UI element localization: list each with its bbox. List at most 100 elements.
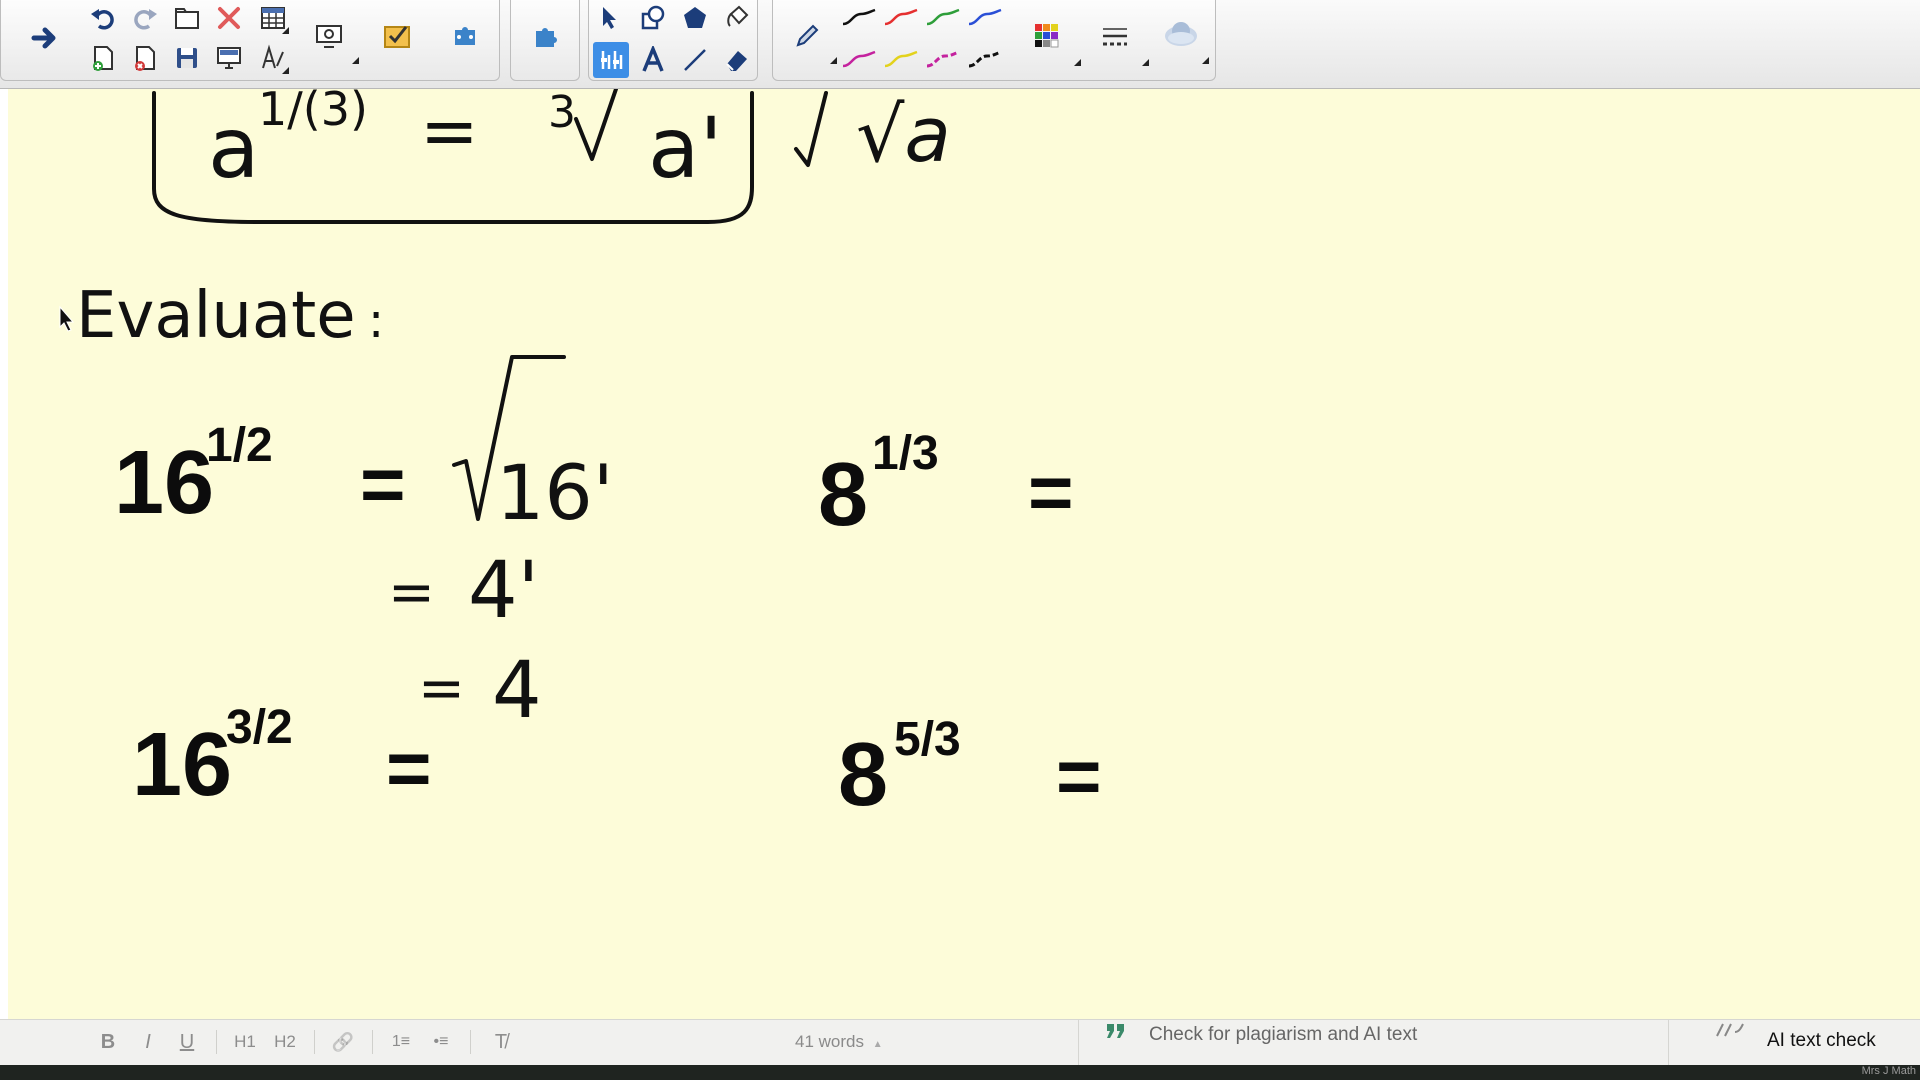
extension-icon: [536, 28, 557, 47]
work-1-radicand: 16': [496, 448, 614, 537]
pen-black-dashed-button[interactable]: [967, 42, 1003, 78]
footer-strip: Mrs J Math: [0, 1065, 1920, 1080]
box-equals: =: [420, 90, 479, 172]
floppy-disk-icon: [177, 48, 197, 68]
box-radical-sign: [574, 89, 618, 161]
cloud-icon: [1165, 22, 1197, 46]
evaluate-colon: :: [368, 293, 384, 349]
pen-button[interactable]: [789, 18, 837, 64]
recognition-tool-button[interactable]: [593, 42, 629, 78]
dropdown-indicator: [1202, 57, 1209, 64]
dropdown-indicator: [282, 27, 289, 34]
delete-page-icon: [135, 46, 155, 71]
clear-format-button[interactable]: T̸: [486, 1028, 516, 1056]
save-button[interactable]: [169, 40, 205, 76]
line-style-icon: [1103, 28, 1127, 46]
ink-layer: a 1/(3) = 3 a' √a Evaluate : 16 1/2 = = …: [59, 89, 1102, 825]
problem-4-exponent: 5/3: [894, 713, 961, 766]
problem-3-exponent: 3/2: [226, 701, 293, 754]
text-recognition-button[interactable]: [255, 40, 291, 76]
pen-magenta-button[interactable]: [841, 42, 877, 78]
paint-bucket-button[interactable]: [719, 0, 755, 36]
line-button[interactable]: [677, 42, 713, 78]
shapes-icon: [641, 5, 665, 30]
pen-magenta-dashed-button[interactable]: [925, 42, 961, 78]
arrow-right-icon: [31, 27, 56, 49]
text-icon: [642, 46, 664, 72]
divider: [216, 1030, 217, 1054]
box-exponent: 1/(3): [258, 89, 368, 136]
mouse-cursor-icon: [59, 305, 75, 332]
undo-button[interactable]: [85, 0, 121, 36]
whiteboard-canvas[interactable]: a 1/(3) = 3 a' √a Evaluate : 16 1/2 = = …: [0, 89, 1920, 1019]
evaluate-label: Evaluate: [76, 279, 356, 353]
shapes-button[interactable]: [635, 0, 671, 36]
italic-button[interactable]: I: [136, 1028, 160, 1056]
work-2-equals: =: [388, 560, 435, 625]
problem-2-equals: =: [1028, 448, 1074, 536]
color-palette-button[interactable]: [1029, 18, 1081, 66]
text-button[interactable]: [635, 42, 671, 78]
plagiarism-check-panel[interactable]: Check for plagiarism and AI text: [1078, 1020, 1669, 1066]
paint-bucket-icon: [727, 5, 749, 27]
extension-button[interactable]: [527, 18, 563, 54]
word-count[interactable]: 41 words ▲: [795, 1032, 883, 1052]
side-radicand: √a: [856, 90, 951, 179]
divider: [372, 1030, 373, 1054]
magic-pen-icon: [601, 51, 623, 69]
whiteboard-activity-button[interactable]: [379, 18, 415, 54]
ordered-list-button[interactable]: 1≡: [386, 1028, 416, 1056]
pen-black-button[interactable]: [841, 0, 877, 36]
open-file-button[interactable]: [169, 0, 205, 36]
addons-button[interactable]: [447, 18, 483, 54]
heading-2-button[interactable]: H2: [270, 1028, 300, 1056]
new-page-button[interactable]: [85, 40, 121, 76]
eraser-icon: [726, 51, 747, 71]
plagiarism-check-label: Check for plagiarism and AI text: [1149, 1024, 1418, 1045]
table-button[interactable]: [255, 0, 291, 36]
pen-yellow-button[interactable]: [883, 42, 919, 78]
cursor-arrow-icon: [603, 7, 616, 29]
ai-text-check-label: AI text check: [1767, 1030, 1876, 1051]
pen-stroke-red-icon: [884, 8, 918, 26]
problem-1-base: 16: [114, 433, 214, 533]
monitor-icon: [217, 47, 241, 69]
link-button[interactable]: 🔗: [328, 1028, 358, 1056]
pentagon-icon: [684, 7, 706, 28]
delete-button[interactable]: [211, 0, 247, 36]
caret-up-icon: ▲: [872, 1039, 883, 1050]
screen-shade-button[interactable]: [211, 40, 247, 76]
screen-capture-button[interactable]: [311, 18, 359, 64]
dropdown-indicator: [830, 57, 837, 64]
fill-shape-button[interactable]: [677, 0, 713, 36]
pen-red-button[interactable]: [883, 0, 919, 36]
box-root-index: 3: [548, 89, 576, 138]
redo-button[interactable]: [127, 0, 163, 36]
line-style-button[interactable]: [1097, 18, 1149, 66]
next-page-button[interactable]: [27, 20, 63, 56]
side-radical-sign: [794, 91, 828, 167]
work-3-value: 4: [492, 646, 542, 736]
heading-1-button[interactable]: H1: [230, 1028, 260, 1056]
new-page-icon: [93, 46, 113, 71]
problem-1-exponent: 1/2: [206, 419, 273, 472]
dropdown-indicator: [1074, 59, 1081, 66]
underline-button[interactable]: U: [175, 1028, 199, 1056]
work-2-value: 4': [468, 546, 539, 636]
pen-green-button[interactable]: [925, 0, 961, 36]
toolbar-group-pages: [0, 0, 500, 81]
cloud-3d-button[interactable]: [1163, 16, 1209, 64]
bullet-list-button[interactable]: •≡: [426, 1028, 456, 1056]
problem-3-equals: =: [386, 724, 432, 812]
problem-2-base: 8: [818, 445, 868, 545]
delete-page-button[interactable]: [127, 40, 163, 76]
lesson-activity-icon: [384, 26, 410, 48]
bold-button[interactable]: B: [96, 1028, 120, 1056]
editor-toolbar: B I U H1 H2 🔗 1≡ •≡ T̸ 41 words ▲ Check …: [0, 1019, 1920, 1066]
eraser-button[interactable]: [719, 42, 755, 78]
select-button[interactable]: [591, 0, 627, 36]
problem-4-base: 8: [838, 725, 888, 825]
pen-blue-button[interactable]: [967, 0, 1003, 36]
pen-stroke-magenta-icon: [842, 50, 876, 68]
ai-text-check-panel[interactable]: AI text check: [1668, 1020, 1920, 1066]
